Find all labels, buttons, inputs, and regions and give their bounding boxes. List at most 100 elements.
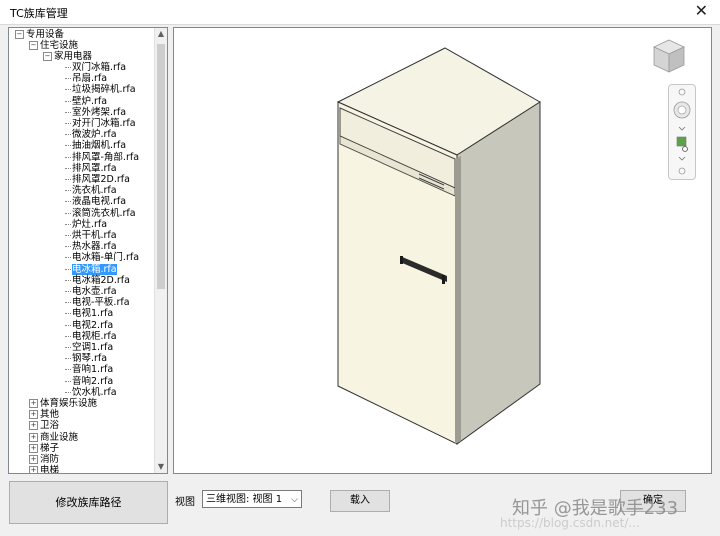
tree-category-item[interactable]: + 卫浴 bbox=[29, 420, 59, 431]
view-select-value: 三维视图: 视图 1 bbox=[206, 494, 283, 505]
tree-connector bbox=[65, 156, 71, 158]
tree-connector bbox=[65, 324, 71, 326]
viewcube-icon[interactable] bbox=[651, 38, 687, 76]
expand-icon[interactable]: + bbox=[29, 466, 38, 473]
tree-category-item[interactable]: + 体育娱乐设施 bbox=[29, 398, 97, 409]
tree-category-item[interactable]: + 其他 bbox=[29, 409, 59, 420]
tree-node-root[interactable]: − 专用设备 bbox=[15, 29, 64, 40]
tree-file-item[interactable]: 电冰箱2D.rfa bbox=[65, 275, 130, 286]
tree-file-item[interactable]: 电冰箱.rfa bbox=[65, 263, 117, 275]
tree-connector bbox=[65, 369, 71, 371]
tree-file-item[interactable]: 电视2.rfa bbox=[65, 320, 113, 331]
tree-file-item[interactable]: 对开门冰箱.rfa bbox=[65, 118, 136, 129]
tree-file-item[interactable]: 炉灶.rfa bbox=[65, 219, 107, 230]
handle-mount bbox=[442, 275, 445, 284]
expand-icon[interactable]: + bbox=[29, 432, 38, 442]
tree-file-item[interactable]: 排风罩.rfa bbox=[65, 163, 117, 174]
tree-connector bbox=[65, 190, 71, 192]
scroll-down-icon[interactable]: ▼ bbox=[155, 461, 167, 473]
expand-icon[interactable]: + bbox=[29, 399, 38, 408]
tree-file-item[interactable]: 液晶电视.rfa bbox=[65, 196, 126, 207]
scroll-up-icon[interactable]: ▲ bbox=[155, 28, 167, 40]
tree-file-item[interactable]: 电水壶.rfa bbox=[65, 286, 117, 297]
chevron-down-icon[interactable]: ⌵ bbox=[291, 491, 298, 509]
tree-node-subgroup[interactable]: − 家用电器 bbox=[43, 51, 92, 62]
tree-category-label: 消防 bbox=[40, 454, 60, 465]
tree-file-label: 对开门冰箱.rfa bbox=[72, 118, 136, 129]
family-tree[interactable]: − 专用设备 − 住宅设施 − 家用电器 双门冰箱.rfa 吊扇.rfa 垃圾揭碎机.rf… bbox=[8, 27, 168, 474]
tree-file-item[interactable]: 微波炉.rfa bbox=[65, 129, 117, 140]
view-select[interactable]: 三维视图: 视图 1 ⌵ bbox=[202, 490, 302, 508]
preview-viewport[interactable] bbox=[173, 27, 712, 474]
tree-file-label: 抽油烟机.rfa bbox=[72, 140, 127, 152]
tree-node-label: 住宅设施 bbox=[40, 40, 79, 51]
tree-connector bbox=[65, 167, 71, 169]
tree-file-item[interactable]: 音响1.rfa bbox=[65, 364, 113, 375]
tree-file-label: 双门冰箱.rfa bbox=[72, 62, 127, 73]
tree-file-item[interactable]: 电视-平板.rfa bbox=[65, 297, 130, 308]
tree-category-item[interactable]: + 商业设施 bbox=[29, 432, 78, 443]
tree-connector bbox=[65, 212, 71, 214]
tree-file-item[interactable]: 钢琴.rfa bbox=[65, 353, 107, 364]
navbar-pin-icon[interactable] bbox=[678, 88, 686, 96]
tree-connector bbox=[65, 201, 71, 203]
navbar-pin-icon[interactable] bbox=[678, 167, 686, 175]
tree-category-label: 卫浴 bbox=[40, 420, 60, 432]
chevron-down-icon[interactable] bbox=[678, 126, 686, 131]
tree-file-label: 空调1.rfa bbox=[72, 342, 114, 353]
tree-file-item[interactable]: 饮水机.rfa bbox=[65, 387, 117, 398]
tree-connector bbox=[65, 134, 71, 136]
tree-file-item[interactable]: 垃圾揭碎机.rfa bbox=[65, 84, 136, 95]
tree-file-item[interactable]: 电视1.rfa bbox=[65, 308, 113, 319]
tree-file-item[interactable]: 排风罩-角部.rfa bbox=[65, 152, 139, 163]
tree-file-label: 电视-平板.rfa bbox=[72, 297, 130, 309]
tree-file-item[interactable]: 电视柜.rfa bbox=[65, 331, 117, 342]
tree-file-label: 热水器.rfa bbox=[72, 241, 117, 253]
tree-file-item[interactable]: 双门冰箱.rfa bbox=[65, 62, 126, 73]
tree-file-item[interactable]: 滚筒洗衣机.rfa bbox=[65, 208, 136, 219]
tree-connector bbox=[65, 279, 71, 281]
expand-icon[interactable]: + bbox=[29, 421, 38, 431]
tree-node-group[interactable]: − 住宅设施 bbox=[29, 40, 78, 51]
chevron-down-icon[interactable] bbox=[678, 156, 686, 161]
tree-file-item[interactable]: 电冰箱-单门.rfa bbox=[65, 252, 139, 263]
tree-connector bbox=[65, 302, 71, 304]
tree-file-item[interactable]: 音响2.rfa bbox=[65, 376, 113, 387]
tree-file-label: 电水壶.rfa bbox=[72, 286, 117, 297]
navigation-bar[interactable] bbox=[668, 84, 696, 180]
tree-category-item[interactable]: + 电梯 bbox=[29, 465, 59, 473]
tree-node-label: 专用设备 bbox=[26, 29, 65, 40]
tree-file-item[interactable]: 烘干机.rfa bbox=[65, 230, 117, 241]
collapse-icon[interactable]: − bbox=[43, 52, 52, 61]
expand-icon[interactable]: + bbox=[29, 410, 38, 420]
tree-file-item[interactable]: 热水器.rfa bbox=[65, 241, 117, 252]
tree-file-label: 钢琴.rfa bbox=[72, 353, 108, 365]
fridge-side bbox=[456, 101, 541, 445]
tree-file-item[interactable]: 室外烤架.rfa bbox=[65, 107, 126, 118]
expand-icon[interactable]: + bbox=[29, 455, 38, 464]
tree-file-item[interactable]: 洗衣机.rfa bbox=[65, 185, 117, 196]
tree-file-item[interactable]: 壁炉.rfa bbox=[65, 96, 107, 107]
scroll-thumb[interactable] bbox=[157, 44, 165, 289]
tree-category-item[interactable]: + 梯子 bbox=[29, 443, 59, 454]
load-button[interactable]: 载入 bbox=[330, 490, 390, 512]
tree-connector bbox=[65, 347, 71, 348]
tree-file-item[interactable]: 空调1.rfa bbox=[65, 342, 113, 353]
tree-file-item[interactable]: 抽油烟机.rfa bbox=[65, 140, 126, 151]
tree-scrollbar[interactable]: ▲ ▼ bbox=[154, 28, 167, 473]
tree-file-label: 音响2.rfa bbox=[72, 375, 114, 387]
close-icon[interactable]: ✕ bbox=[695, 2, 708, 20]
expand-icon[interactable]: + bbox=[29, 443, 38, 453]
modify-library-path-button[interactable]: 修改族库路径 bbox=[9, 481, 168, 524]
tree-file-item[interactable]: 排风罩2D.rfa bbox=[65, 174, 130, 185]
tree-file-label: 电视2.rfa bbox=[72, 319, 114, 331]
tree-category-item[interactable]: + 消防 bbox=[29, 454, 59, 465]
tree-file-item[interactable]: 吊扇.rfa bbox=[65, 73, 107, 84]
collapse-icon[interactable]: − bbox=[15, 30, 24, 39]
collapse-icon[interactable]: − bbox=[29, 41, 38, 50]
tree-connector bbox=[65, 223, 71, 225]
zoom-region-icon[interactable] bbox=[676, 136, 687, 147]
tree-connector bbox=[65, 358, 71, 360]
tree-file-label: 炉灶.rfa bbox=[72, 218, 108, 230]
tree-file-label: 电冰箱.rfa bbox=[72, 263, 117, 275]
